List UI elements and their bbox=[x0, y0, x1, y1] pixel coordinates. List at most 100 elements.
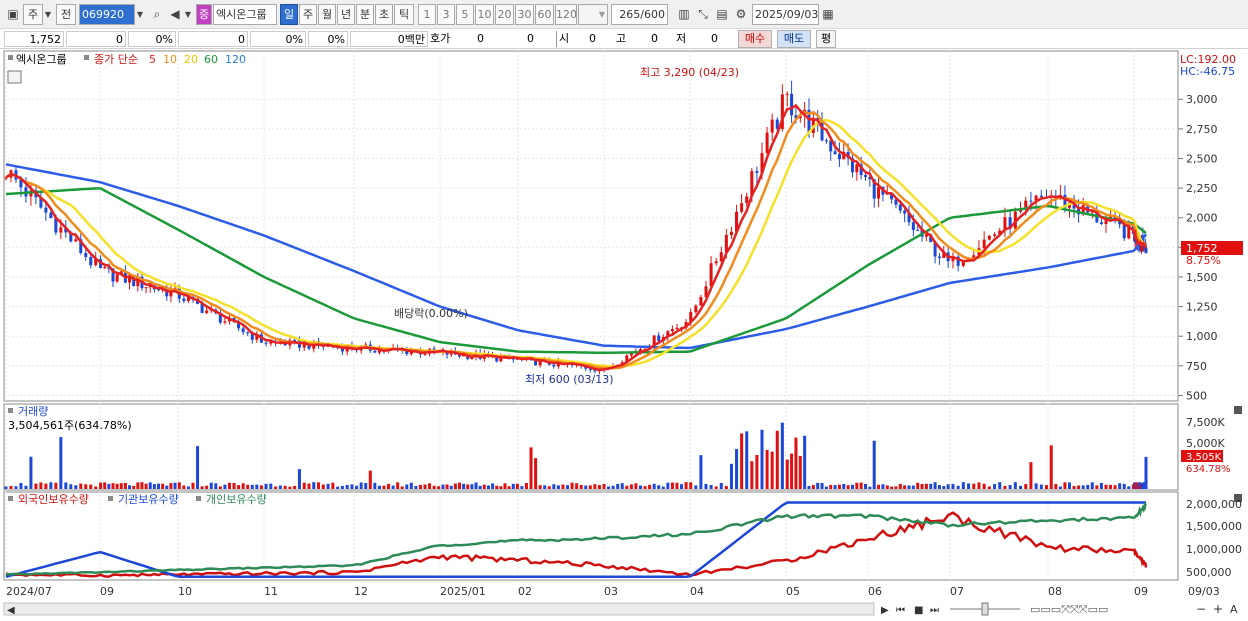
save-icon[interactable]: ▤ bbox=[713, 5, 731, 24]
volume-bar bbox=[638, 485, 642, 489]
volume-bar bbox=[920, 483, 924, 489]
tab-second[interactable]: 초 bbox=[375, 4, 393, 25]
volume-bar bbox=[453, 483, 457, 489]
volume-bar bbox=[241, 483, 245, 489]
interval-20[interactable]: 20 bbox=[495, 4, 514, 25]
panel-handle-icon[interactable] bbox=[8, 55, 13, 60]
scroll-left-icon[interactable]: ◀ bbox=[7, 605, 15, 616]
sell-button[interactable]: 매도 bbox=[777, 30, 811, 48]
tab-day[interactable]: 일 bbox=[280, 4, 298, 25]
volume-bar bbox=[694, 485, 698, 489]
panel-handle-icon[interactable] bbox=[8, 496, 13, 501]
volume-bar bbox=[798, 455, 802, 489]
volume-bar bbox=[575, 483, 579, 489]
volume-bar bbox=[552, 484, 556, 489]
candle-type-icon[interactable]: ▥ bbox=[675, 5, 693, 24]
zoom-out-icon[interactable]: − bbox=[1196, 602, 1206, 616]
interval-5[interactable]: 5 bbox=[456, 4, 474, 25]
volume-bar bbox=[418, 484, 422, 489]
chevron-down-icon[interactable]: ▼ bbox=[134, 5, 146, 24]
candle-body bbox=[157, 289, 160, 291]
volume-bar bbox=[441, 484, 445, 489]
zoom-tools-icon[interactable]: ▭▭▭⤧⤧⤧▭▭ bbox=[1030, 603, 1108, 616]
tab-month[interactable]: 월 bbox=[318, 4, 336, 25]
volume-bar bbox=[214, 483, 218, 489]
chevron-down-icon[interactable]: ▼ bbox=[182, 5, 194, 24]
legend-ma5: 5 bbox=[149, 53, 156, 66]
market-select[interactable]: 주 bbox=[23, 4, 43, 25]
volume-bar bbox=[566, 485, 570, 489]
interval-1[interactable]: 1 bbox=[418, 4, 436, 25]
avg-button[interactable]: 평 bbox=[816, 30, 836, 48]
bar-count-value: 265 bbox=[619, 8, 641, 21]
volume-bar bbox=[689, 482, 693, 489]
buy-button[interactable]: 매수 bbox=[738, 30, 772, 48]
candle-body bbox=[790, 93, 794, 116]
stop-icon[interactable]: ■ bbox=[914, 605, 923, 616]
tab-week[interactable]: 주 bbox=[299, 4, 317, 25]
panel-close-icon[interactable] bbox=[1234, 406, 1242, 414]
low-value: 0 bbox=[711, 32, 718, 45]
first-page-icon[interactable]: ⏮ bbox=[896, 605, 905, 616]
panel-handle-icon[interactable] bbox=[84, 55, 89, 60]
grid-toggle-icon[interactable] bbox=[7, 70, 22, 84]
candle-body bbox=[1039, 195, 1043, 198]
interval-3[interactable]: 3 bbox=[437, 4, 455, 25]
volume-bar bbox=[699, 455, 703, 489]
volume-bar bbox=[259, 485, 263, 489]
calendar-icon[interactable]: ▦ bbox=[819, 5, 837, 24]
x-axis-label: 08 bbox=[1048, 585, 1062, 598]
search-icon[interactable]: ⌕ bbox=[148, 5, 166, 24]
volume-bar bbox=[657, 485, 661, 489]
panel-handle-icon[interactable] bbox=[108, 496, 113, 501]
chevron-down-icon[interactable]: ▼ bbox=[42, 5, 54, 24]
volume-bar bbox=[911, 485, 915, 489]
volume-bar bbox=[29, 456, 33, 489]
volume-bar bbox=[538, 485, 542, 489]
tab-tick[interactable]: 틱 bbox=[394, 4, 414, 25]
window-icon[interactable]: ▣ bbox=[4, 5, 22, 24]
candle-body bbox=[1099, 222, 1103, 225]
volume-bar bbox=[103, 482, 107, 489]
hc-label: HC:-46.75 bbox=[1180, 65, 1235, 78]
trade-amount: 0백만 bbox=[350, 31, 428, 47]
volume-bar bbox=[350, 484, 354, 489]
volume-bar bbox=[297, 469, 301, 489]
volume-bar bbox=[625, 485, 629, 489]
gear-icon[interactable]: ⚙ bbox=[732, 5, 750, 24]
horizontal-scrollbar[interactable] bbox=[3, 602, 875, 616]
bar-count-field[interactable]: 265/600 bbox=[611, 4, 668, 25]
type-select[interactable]: 전 bbox=[56, 4, 76, 25]
panel-handle-icon[interactable] bbox=[196, 496, 201, 501]
candle-body bbox=[765, 132, 769, 154]
stock-code-input[interactable]: 069920 bbox=[79, 4, 135, 25]
interval-30[interactable]: 30 bbox=[515, 4, 534, 25]
zoom-in-icon[interactable]: + bbox=[1213, 602, 1223, 616]
interval-10[interactable]: 10 bbox=[475, 4, 494, 25]
volume-bar bbox=[855, 482, 859, 489]
auto-scale-icon[interactable]: A bbox=[1230, 603, 1238, 616]
x-axis-label: 09 bbox=[100, 585, 114, 598]
tab-year[interactable]: 년 bbox=[337, 4, 355, 25]
crosshair-icon[interactable]: ⤡ bbox=[694, 5, 712, 24]
interval-120[interactable]: 120 bbox=[555, 4, 577, 25]
market-badge: 증 bbox=[196, 4, 212, 25]
volume-bar bbox=[824, 486, 828, 489]
date-input[interactable]: 2025/09/03 bbox=[752, 4, 819, 25]
chevron-down-icon[interactable]: ▼ bbox=[596, 5, 608, 24]
last-page-icon[interactable]: ⏭ bbox=[930, 605, 939, 616]
volume-bar bbox=[967, 483, 971, 489]
interval-60[interactable]: 60 bbox=[535, 4, 554, 25]
x-axis-label: 12 bbox=[354, 585, 368, 598]
quote-strip: 1,752 0 0% 0 0% 0% 0백만 호가 0 0 시 0 고 0 저 … bbox=[0, 29, 1248, 49]
tab-minute[interactable]: 분 bbox=[356, 4, 374, 25]
panel-handle-icon[interactable] bbox=[8, 408, 13, 413]
volume-bar bbox=[524, 483, 528, 489]
stock-chart[interactable]: 3,0002,7502,5002,2502,0001,7501,5001,250… bbox=[0, 49, 1248, 621]
candle-body bbox=[877, 186, 881, 199]
scroll-right-icon[interactable]: ▶ bbox=[881, 605, 889, 616]
volume-bar bbox=[616, 483, 620, 489]
volume-bar bbox=[227, 482, 231, 489]
zoom-slider-handle[interactable] bbox=[981, 602, 989, 616]
volume-bar bbox=[64, 482, 68, 489]
